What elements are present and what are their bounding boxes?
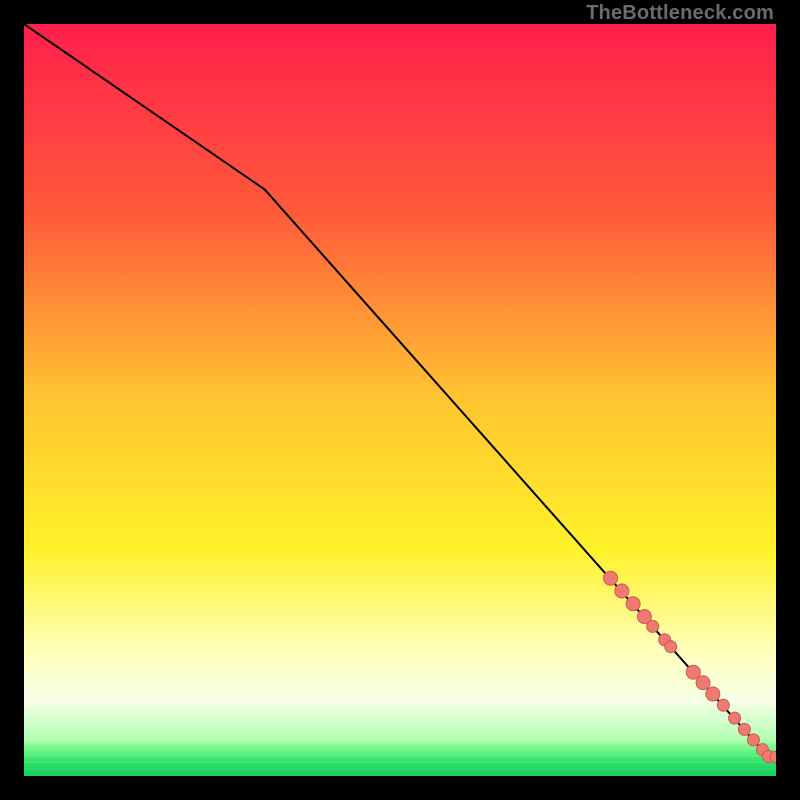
highlight-dot (696, 676, 710, 690)
chart-canvas (24, 24, 776, 776)
highlight-dot (738, 723, 750, 735)
chart-background (24, 24, 776, 776)
highlight-dot (647, 620, 659, 632)
highlight-dot (747, 734, 759, 746)
chart-frame (24, 24, 776, 776)
highlight-dot (626, 597, 640, 611)
highlight-dot (717, 699, 729, 711)
watermark-label: TheBottleneck.com (586, 2, 774, 25)
highlight-dot (665, 641, 677, 653)
highlight-dot (729, 712, 741, 724)
highlight-dot (604, 571, 618, 585)
chart-green-band (24, 742, 776, 776)
highlight-dot (706, 687, 720, 701)
highlight-dot (615, 584, 629, 598)
